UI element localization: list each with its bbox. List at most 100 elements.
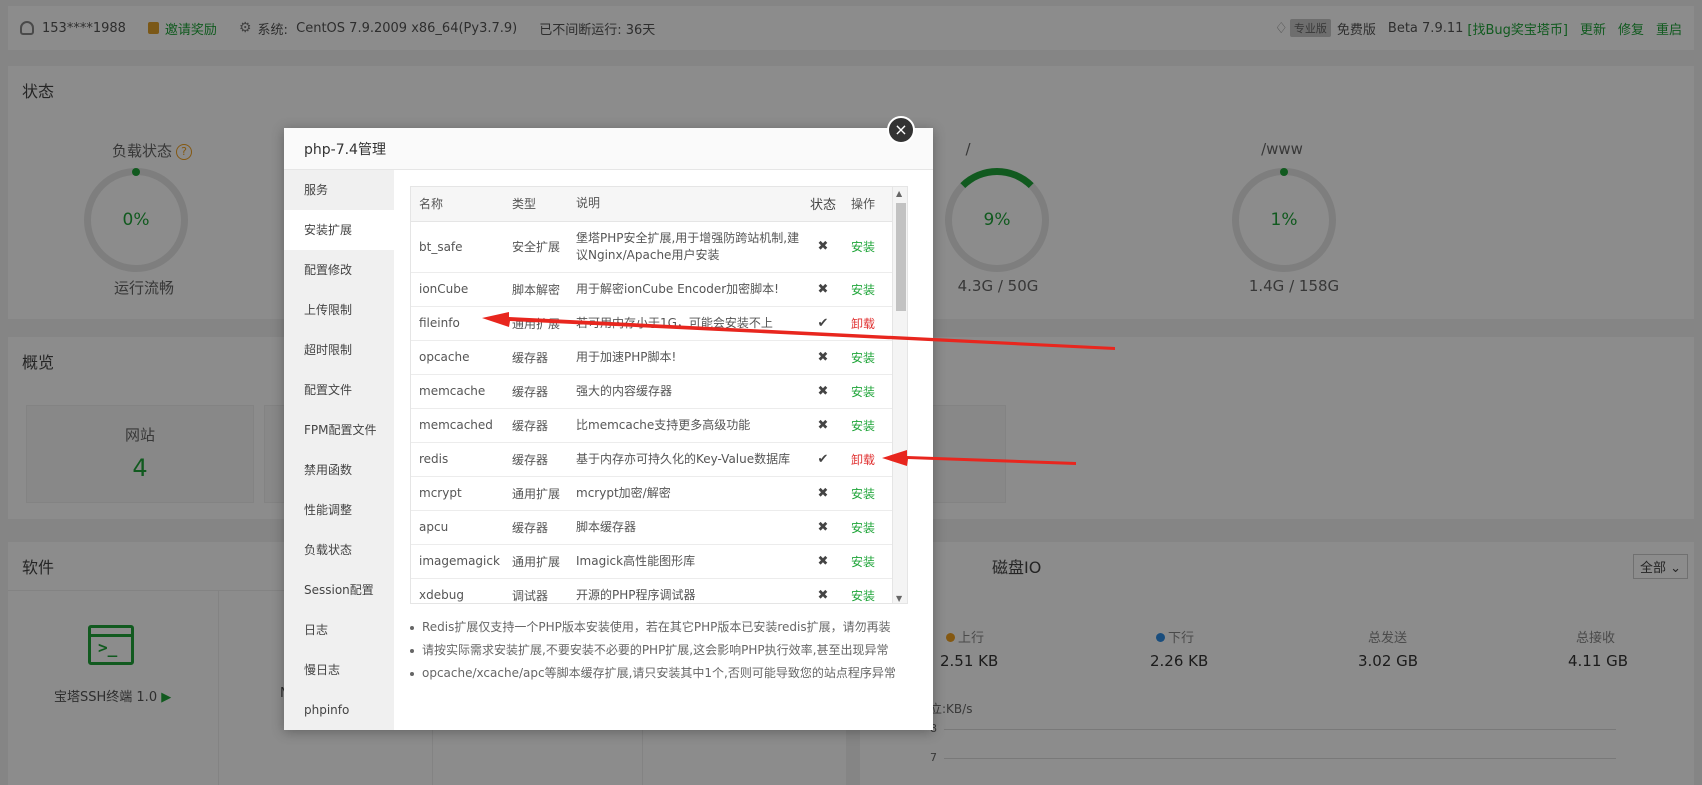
ext-action-cell: 安装 <box>843 374 892 409</box>
sidebar-item[interactable]: 服务 <box>284 170 394 210</box>
sidebar-item[interactable]: 超时限制 <box>284 330 394 370</box>
ext-type: 缓存器 <box>504 340 568 375</box>
ext-desc: 开源的PHP程序调试器 <box>568 578 803 603</box>
sidebar-item[interactable]: 配置修改 <box>284 250 394 290</box>
ext-state-icon: ✖ <box>803 272 843 307</box>
table-row: imagemagick 通用扩展 Imagick高性能图形库 ✖ 安装 <box>411 544 892 579</box>
ext-type: 调试器 <box>504 578 568 603</box>
table-row: mcrypt 通用扩展 mcrypt加密/解密 ✖ 安装 <box>411 476 892 511</box>
ext-action-cell: 安装 <box>843 340 892 375</box>
ext-action-cell: 安装 <box>843 221 892 273</box>
ext-type: 通用扩展 <box>504 306 568 341</box>
ext-desc: mcrypt加密/解密 <box>568 476 803 511</box>
sidebar-item[interactable]: 安装扩展 <box>284 210 394 250</box>
ext-desc: 堡塔PHP安全扩展,用于增强防跨站机制,建议Nginx/Apache用户安装 <box>568 221 803 273</box>
ext-state-icon: ✖ <box>803 544 843 579</box>
sidebar-item[interactable]: 慢日志 <box>284 650 394 690</box>
col-name: 名称 <box>411 187 504 222</box>
ext-action-cell: 安装 <box>843 408 892 443</box>
scroll-thumb[interactable] <box>896 203 906 311</box>
ext-type: 缓存器 <box>504 442 568 477</box>
ext-desc: 比memcache支持更多高级功能 <box>568 408 803 443</box>
table-scrollbar[interactable]: ▲ ▼ <box>892 187 907 603</box>
scroll-down-icon[interactable]: ▼ <box>896 594 902 603</box>
uninstall-button[interactable]: 卸载 <box>851 453 875 467</box>
php-manage-dialog: php-7.4管理 × 服务 安装扩展 配置修改 上传限制 超时限制 配置文件 FPM配置文… <box>284 116 933 730</box>
ext-name: memcached <box>411 408 504 443</box>
install-button[interactable]: 安装 <box>851 419 875 433</box>
ext-state-icon: ✖ <box>803 340 843 375</box>
install-button[interactable]: 安装 <box>851 385 875 399</box>
table-row: opcache 缓存器 用于加速PHP脚本! ✖ 安装 <box>411 340 892 375</box>
ext-desc: 若可用内存小于1G，可能会安装不上 <box>568 306 803 341</box>
table-row: xdebug 调试器 开源的PHP程序调试器 ✖ 安装 <box>411 578 892 603</box>
ext-name: mcrypt <box>411 476 504 511</box>
table-row: apcu 缓存器 脚本缓存器 ✖ 安装 <box>411 510 892 545</box>
sidebar-item[interactable]: 负载状态 <box>284 530 394 570</box>
install-button[interactable]: 安装 <box>851 555 875 569</box>
ext-name: fileinfo <box>411 306 504 341</box>
install-button[interactable]: 安装 <box>851 487 875 501</box>
table-row: bt_safe 安全扩展 堡塔PHP安全扩展,用于增强防跨站机制,建议Nginx/A… <box>411 221 892 273</box>
dialog-title: php-7.4管理 <box>284 128 933 170</box>
close-button[interactable]: × <box>887 116 915 144</box>
table-header: 名称 类型 说明 状态 操作 <box>411 187 892 222</box>
sidebar-item[interactable]: 配置文件 <box>284 370 394 410</box>
col-type: 类型 <box>504 187 568 222</box>
ext-desc: 用于解密ionCube Encoder加密脚本! <box>568 272 803 307</box>
ext-action-cell: 安装 <box>843 476 892 511</box>
ext-state-icon: ✖ <box>803 374 843 409</box>
col-state: 状态 <box>803 187 843 222</box>
ext-name: memcache <box>411 374 504 409</box>
ext-action-cell: 卸载 <box>843 442 892 477</box>
table-row: fileinfo 通用扩展 若可用内存小于1G，可能会安装不上 ✔ 卸载 <box>411 306 892 341</box>
uninstall-button[interactable]: 卸载 <box>851 317 875 331</box>
install-button[interactable]: 安装 <box>851 589 875 603</box>
ext-type: 安全扩展 <box>504 221 568 273</box>
install-button[interactable]: 安装 <box>851 351 875 365</box>
ext-type: 脚本解密 <box>504 272 568 307</box>
table-row: redis 缓存器 基于内存亦可持久化的Key-Value数据库 ✔ 卸载 <box>411 442 892 477</box>
ext-type: 通用扩展 <box>504 476 568 511</box>
dialog-content: 名称 类型 说明 状态 操作 bt_safe 安全扩展 堡塔PHP安全扩展,用于增强… <box>394 170 933 730</box>
ext-state-icon: ✖ <box>803 510 843 545</box>
sidebar-item[interactable]: 性能调整 <box>284 490 394 530</box>
ext-desc: Imagick高性能图形库 <box>568 544 803 579</box>
table-row: memcache 缓存器 强大的内容缓存器 ✖ 安装 <box>411 374 892 409</box>
sidebar-item[interactable]: FPM配置文件 <box>284 410 394 450</box>
install-button[interactable]: 安装 <box>851 240 875 254</box>
sidebar-item[interactable]: 禁用函数 <box>284 450 394 490</box>
ext-state-icon: ✖ <box>803 408 843 443</box>
sidebar-item[interactable]: 上传限制 <box>284 290 394 330</box>
sidebar-item[interactable]: Session配置 <box>284 570 394 610</box>
ext-desc: 用于加速PHP脚本! <box>568 340 803 375</box>
tip-item: opcache/xcache/apc等脚本缓存扩展,请只安装其中1个,否则可能导… <box>408 662 918 685</box>
scroll-up-icon[interactable]: ▲ <box>896 189 902 198</box>
table-row: ionCube 脚本解密 用于解密ionCube Encoder加密脚本! ✖ 安装 <box>411 272 892 307</box>
ext-name: imagemagick <box>411 544 504 579</box>
extension-table: 名称 类型 说明 状态 操作 bt_safe 安全扩展 堡塔PHP安全扩展,用于增强… <box>410 186 908 604</box>
ext-state-icon: ✖ <box>803 476 843 511</box>
ext-action-cell: 卸载 <box>843 306 892 341</box>
col-desc: 说明 <box>568 187 803 222</box>
ext-desc: 强大的内容缓存器 <box>568 374 803 409</box>
ext-state-icon: ✔ <box>803 442 843 477</box>
ext-action-cell: 安装 <box>843 544 892 579</box>
sidebar-item[interactable]: phpinfo <box>284 690 394 730</box>
tips-list: Redis扩展仅支持一个PHP版本安装使用，若在其它PHP版本已安装redis扩… <box>408 616 918 685</box>
ext-name: apcu <box>411 510 504 545</box>
tip-item: Redis扩展仅支持一个PHP版本安装使用，若在其它PHP版本已安装redis扩… <box>408 616 918 639</box>
ext-state-icon: ✖ <box>803 221 843 273</box>
ext-type: 缓存器 <box>504 510 568 545</box>
install-button[interactable]: 安装 <box>851 521 875 535</box>
install-button[interactable]: 安装 <box>851 283 875 297</box>
dialog-sidebar: 服务 安装扩展 配置修改 上传限制 超时限制 配置文件 FPM配置文件 禁用函数 性能调整 负载状… <box>284 170 394 730</box>
tip-item: 请按实际需求安装扩展,不要安装不必要的PHP扩展,这会影响PHP执行效率,甚至出… <box>408 639 918 662</box>
ext-name: xdebug <box>411 578 504 603</box>
ext-desc: 基于内存亦可持久化的Key-Value数据库 <box>568 442 803 477</box>
ext-state-icon: ✖ <box>803 578 843 603</box>
sidebar-item[interactable]: 日志 <box>284 610 394 650</box>
table-row: memcached 缓存器 比memcache支持更多高级功能 ✖ 安装 <box>411 408 892 443</box>
ext-type: 缓存器 <box>504 374 568 409</box>
ext-desc: 脚本缓存器 <box>568 510 803 545</box>
